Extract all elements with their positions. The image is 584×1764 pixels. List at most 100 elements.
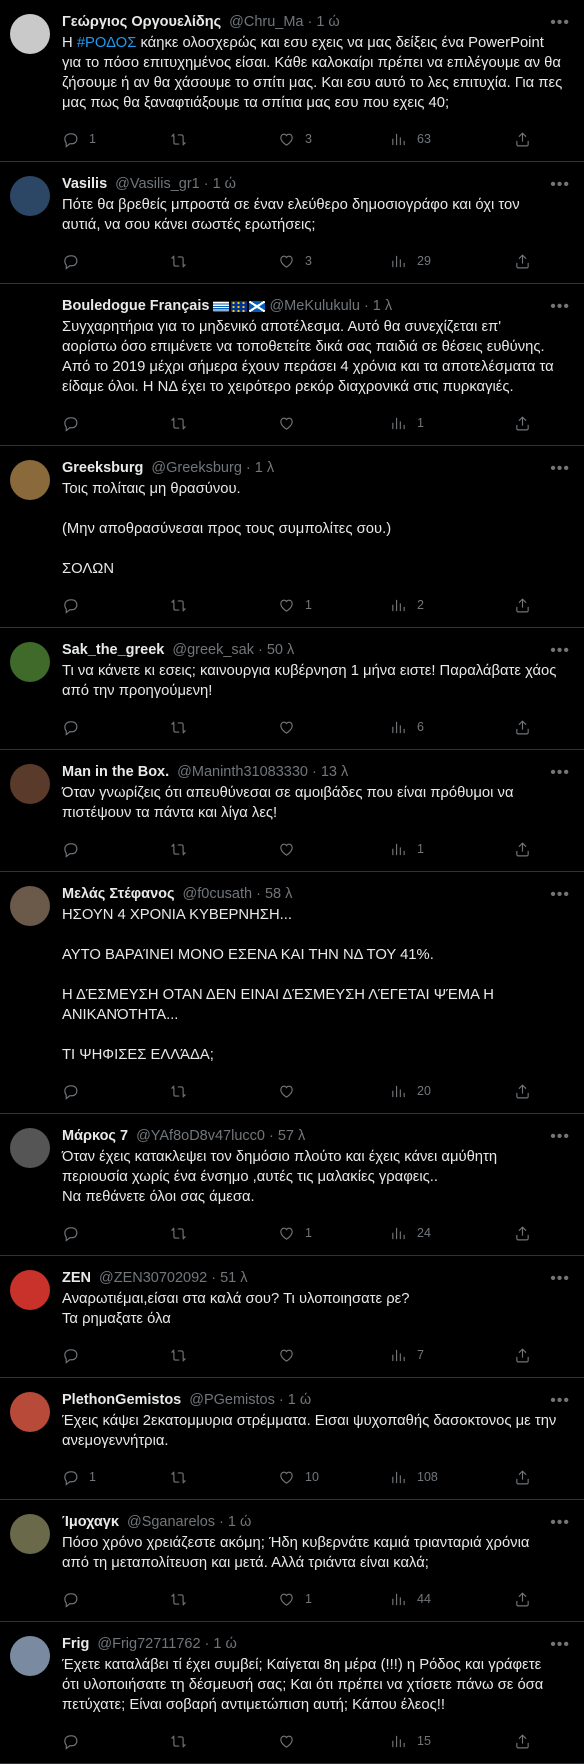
avatar-8[interactable] bbox=[10, 1128, 50, 1168]
author-name[interactable]: Greeksburg bbox=[62, 458, 143, 478]
reply-button[interactable] bbox=[62, 415, 170, 432]
more-icon[interactable]: ••• bbox=[550, 764, 570, 782]
author-handle[interactable]: @PGemistos bbox=[189, 1390, 275, 1410]
author-handle[interactable]: @ZEN30702092 bbox=[99, 1268, 207, 1288]
author-name[interactable]: PlethonGemistos bbox=[62, 1390, 181, 1410]
timestamp[interactable]: 50 λ bbox=[267, 640, 294, 660]
author-handle[interactable]: @f0cusath bbox=[183, 884, 253, 904]
author-name[interactable]: Μάρκος 7 bbox=[62, 1126, 128, 1146]
retweet-button[interactable] bbox=[170, 1083, 278, 1100]
tweet-3[interactable]: Bouledogue Français @MeKulukulu · 1 λ ••… bbox=[0, 284, 584, 446]
more-icon[interactable]: ••• bbox=[550, 886, 570, 904]
timestamp[interactable]: 13 λ bbox=[321, 762, 348, 782]
author-handle[interactable]: @Maninth31083330 bbox=[177, 762, 308, 782]
timestamp[interactable]: 1 ώ bbox=[288, 1390, 311, 1410]
more-icon[interactable]: ••• bbox=[550, 298, 570, 316]
like-button[interactable]: 3 bbox=[278, 253, 390, 270]
retweet-button[interactable] bbox=[170, 1469, 278, 1486]
more-icon[interactable]: ••• bbox=[550, 1392, 570, 1410]
views-button[interactable]: 44 bbox=[390, 1591, 514, 1608]
avatar-12[interactable] bbox=[10, 1636, 50, 1676]
retweet-button[interactable] bbox=[170, 415, 278, 432]
tweet-8[interactable]: Μάρκος 7 @YAf8oD8v47lucc0 · 57 λ ••• Ότα… bbox=[0, 1114, 584, 1256]
more-icon[interactable]: ••• bbox=[550, 14, 570, 32]
timestamp[interactable]: 1 ώ bbox=[213, 1634, 236, 1654]
tweet-11[interactable]: Ίμοχαγκ @Sganarelos · 1 ώ ••• Πόσο χρόνο… bbox=[0, 1500, 584, 1622]
reply-button[interactable] bbox=[62, 1733, 170, 1750]
more-icon[interactable]: ••• bbox=[550, 642, 570, 660]
share-button[interactable] bbox=[514, 131, 531, 148]
more-icon[interactable]: ••• bbox=[550, 176, 570, 194]
share-button[interactable] bbox=[514, 841, 531, 858]
share-button[interactable] bbox=[514, 1347, 531, 1364]
reply-button[interactable] bbox=[62, 841, 170, 858]
retweet-button[interactable] bbox=[170, 253, 278, 270]
avatar-4[interactable] bbox=[10, 460, 50, 500]
reply-button[interactable] bbox=[62, 1347, 170, 1364]
author-name[interactable]: Μελάς Στέφανος bbox=[62, 884, 175, 904]
avatar-5[interactable] bbox=[10, 642, 50, 682]
like-button[interactable] bbox=[278, 1083, 390, 1100]
like-button[interactable]: 1 bbox=[278, 597, 390, 614]
retweet-button[interactable] bbox=[170, 1347, 278, 1364]
more-icon[interactable]: ••• bbox=[550, 1514, 570, 1532]
author-handle[interactable]: @Vasilis_gr1 bbox=[115, 174, 200, 194]
share-button[interactable] bbox=[514, 415, 531, 432]
like-button[interactable] bbox=[278, 1733, 390, 1750]
views-button[interactable]: 29 bbox=[390, 253, 514, 270]
avatar-1[interactable] bbox=[10, 14, 50, 54]
avatar-10[interactable] bbox=[10, 1392, 50, 1432]
like-button[interactable] bbox=[278, 415, 390, 432]
tweet-4[interactable]: Greeksburg @Greeksburg · 1 λ ••• Τοις πο… bbox=[0, 446, 584, 628]
avatar-11[interactable] bbox=[10, 1514, 50, 1554]
like-button[interactable]: 1 bbox=[278, 1225, 390, 1242]
reply-button[interactable] bbox=[62, 1225, 170, 1242]
avatar-6[interactable] bbox=[10, 764, 50, 804]
share-button[interactable] bbox=[514, 719, 531, 736]
reply-button[interactable]: 1 bbox=[62, 131, 170, 148]
views-button[interactable]: 7 bbox=[390, 1347, 514, 1364]
views-button[interactable]: 1 bbox=[390, 841, 514, 858]
author-handle[interactable]: @Greeksburg bbox=[151, 458, 241, 478]
timestamp[interactable]: 57 λ bbox=[278, 1126, 305, 1146]
timestamp[interactable]: 1 ώ bbox=[213, 174, 236, 194]
avatar-2[interactable] bbox=[10, 176, 50, 216]
share-button[interactable] bbox=[514, 1733, 531, 1750]
author-name[interactable]: Bouledogue Français bbox=[62, 296, 209, 316]
author-handle[interactable]: @YAf8oD8v47lucc0 bbox=[136, 1126, 265, 1146]
tweet-6[interactable]: Man in the Box. @Maninth31083330 · 13 λ … bbox=[0, 750, 584, 872]
author-name[interactable]: Vasilis bbox=[62, 174, 107, 194]
more-icon[interactable]: ••• bbox=[550, 1270, 570, 1288]
avatar-3[interactable] bbox=[10, 298, 50, 338]
reply-button[interactable] bbox=[62, 1591, 170, 1608]
like-button[interactable]: 1 bbox=[278, 1591, 390, 1608]
reply-button[interactable]: 1 bbox=[62, 1469, 170, 1486]
views-button[interactable]: 20 bbox=[390, 1083, 514, 1100]
author-name[interactable]: Frig bbox=[62, 1634, 89, 1654]
views-button[interactable]: 15 bbox=[390, 1733, 514, 1750]
like-button[interactable]: 10 bbox=[278, 1469, 390, 1486]
tweet-9[interactable]: ZEN @ZEN30702092 · 51 λ ••• Αναρωτιέμαι,… bbox=[0, 1256, 584, 1378]
retweet-button[interactable] bbox=[170, 841, 278, 858]
author-handle[interactable]: @Sganarelos bbox=[127, 1512, 215, 1532]
reply-button[interactable] bbox=[62, 253, 170, 270]
timestamp[interactable]: 1 λ bbox=[255, 458, 274, 478]
tweet-12[interactable]: Frig @Frig72711762 · 1 ώ ••• Έχετε καταλ… bbox=[0, 1622, 584, 1764]
avatar-7[interactable] bbox=[10, 886, 50, 926]
views-button[interactable]: 108 bbox=[390, 1469, 514, 1486]
timestamp[interactable]: 58 λ bbox=[265, 884, 292, 904]
author-handle[interactable]: @MeKulukulu bbox=[269, 296, 359, 316]
views-button[interactable]: 6 bbox=[390, 719, 514, 736]
like-button[interactable] bbox=[278, 1347, 390, 1364]
share-button[interactable] bbox=[514, 1225, 531, 1242]
timestamp[interactable]: 1 ώ bbox=[316, 12, 339, 32]
more-icon[interactable]: ••• bbox=[550, 1128, 570, 1146]
tweet-2[interactable]: Vasilis @Vasilis_gr1 · 1 ώ ••• Πότε θα β… bbox=[0, 162, 584, 284]
like-button[interactable] bbox=[278, 719, 390, 736]
more-icon[interactable]: ••• bbox=[550, 1636, 570, 1654]
retweet-button[interactable] bbox=[170, 131, 278, 148]
tweet-7[interactable]: Μελάς Στέφανος @f0cusath · 58 λ ••• ΗΣΟΥ… bbox=[0, 872, 584, 1114]
share-button[interactable] bbox=[514, 1469, 531, 1486]
author-handle[interactable]: @Frig72711762 bbox=[97, 1634, 200, 1654]
reply-button[interactable] bbox=[62, 1083, 170, 1100]
